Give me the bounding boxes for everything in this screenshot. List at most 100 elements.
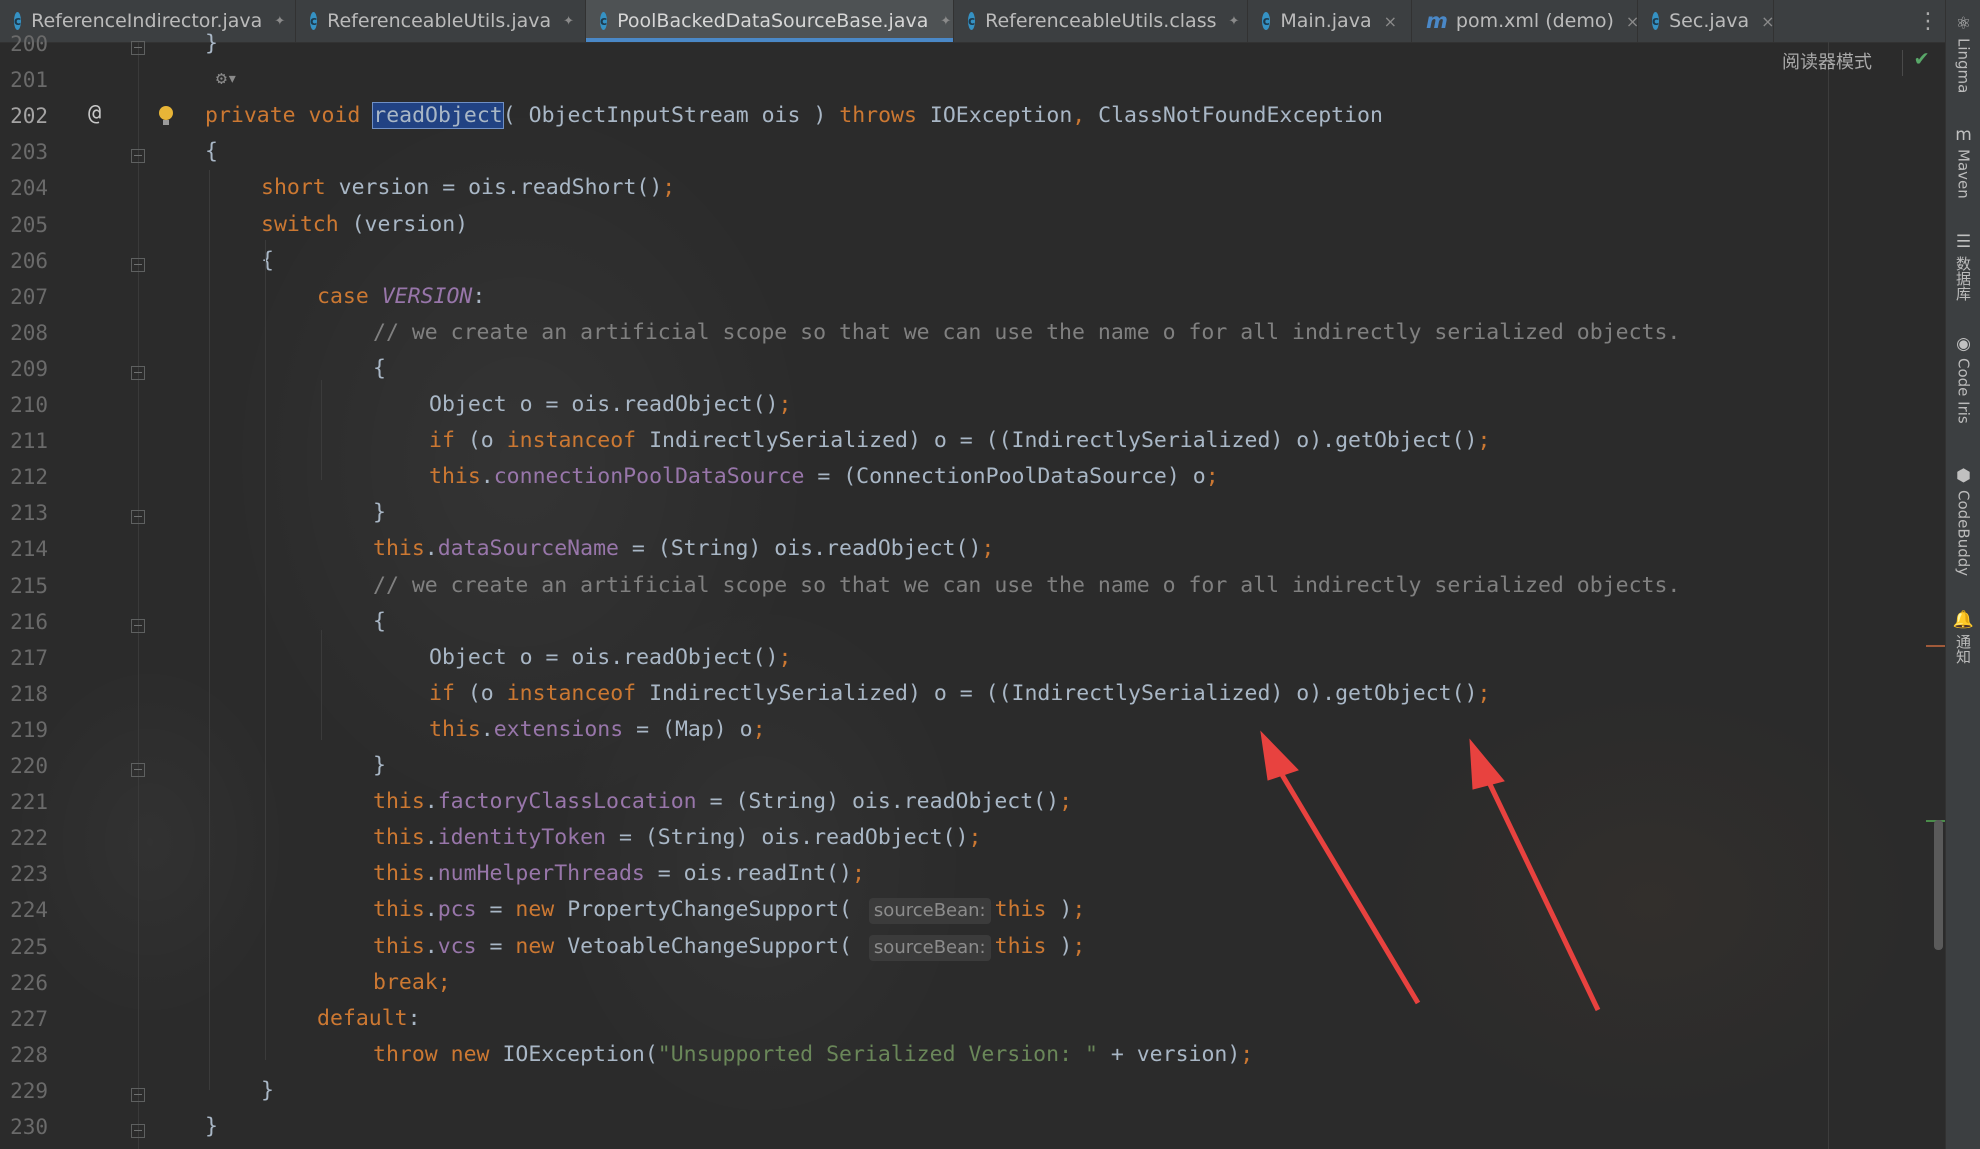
line-number[interactable]: 212 xyxy=(0,465,48,489)
line-number[interactable]: 224 xyxy=(0,898,48,922)
tab-referenceableutils-java[interactable]: c ReferenceableUtils.java ✦ xyxy=(296,0,586,42)
close-icon[interactable]: × xyxy=(1384,12,1397,31)
code-line-203[interactable]: { xyxy=(205,134,218,170)
line-number[interactable]: 218 xyxy=(0,682,48,706)
line-number[interactable]: 230 xyxy=(0,1115,48,1139)
tab-overflow-menu-icon[interactable]: ⋮ xyxy=(1911,0,1945,42)
line-number[interactable]: 214 xyxy=(0,537,48,561)
line-number[interactable]: 210 xyxy=(0,393,48,417)
fold-marker-icon[interactable] xyxy=(131,1124,145,1138)
line-number[interactable]: 213 xyxy=(0,501,48,525)
code-line-222[interactable]: this.identityToken = (String) ois.readOb… xyxy=(373,820,981,856)
pin-icon[interactable]: ✦ xyxy=(274,14,285,29)
code-line-225[interactable]: this.vcs = new VetoableChangeSupport( so… xyxy=(373,929,1085,965)
fold-marker-icon[interactable] xyxy=(131,365,145,380)
code-line-213[interactable]: } xyxy=(373,495,386,531)
intention-bulb-icon[interactable] xyxy=(159,106,173,126)
code-line-223[interactable]: this.numHelperThreads = ois.readInt(); xyxy=(373,856,865,892)
code-line-217[interactable]: Object o = ois.readObject(); xyxy=(429,640,791,676)
scrollbar-warning-marker[interactable] xyxy=(1926,645,1945,647)
code-line-209[interactable]: { xyxy=(373,351,386,387)
code-line-228[interactable]: throw new IOException("Unsupported Seria… xyxy=(373,1037,1253,1073)
fold-marker-icon[interactable] xyxy=(131,41,145,55)
code-line-206[interactable]: { xyxy=(261,243,274,279)
line-number[interactable]: 220 xyxy=(0,754,48,778)
line-number[interactable]: 215 xyxy=(0,574,48,598)
line-number[interactable]: 209 xyxy=(0,357,48,381)
code-editor[interactable]: } private void readObject( ObjectInputStr… xyxy=(205,31,1945,1149)
line-number[interactable]: 206 xyxy=(0,249,48,273)
line-number[interactable]: 222 xyxy=(0,826,48,850)
overrides-method-icon[interactable]: @ xyxy=(88,101,101,126)
line-number[interactable]: 229 xyxy=(0,1079,48,1103)
code-line-220[interactable]: } xyxy=(373,748,386,784)
code-line-207[interactable]: case VERSION: xyxy=(317,279,485,315)
code-line-208[interactable]: // we create an artificial scope so that… xyxy=(373,315,1680,351)
tab-pom-xml-demo[interactable]: m pom.xml (demo) × xyxy=(1412,0,1639,42)
code-line-200[interactable]: } xyxy=(205,26,218,62)
code-line-204[interactable]: short version = ois.readShort(); xyxy=(261,170,675,206)
line-number[interactable]: 228 xyxy=(0,1043,48,1067)
code-line-215[interactable]: // we create an artificial scope so that… xyxy=(373,568,1680,604)
line-number[interactable]: 208 xyxy=(0,321,48,345)
line-number[interactable]: 223 xyxy=(0,862,48,886)
code-line-218[interactable]: if (o instanceof IndirectlySerialized) o… xyxy=(429,676,1490,712)
tool-window-通知[interactable]: 🔔 通知 xyxy=(1946,610,1980,664)
fold-marker-icon[interactable] xyxy=(131,257,145,272)
tab-sec-java[interactable]: c Sec.java × xyxy=(1638,0,1775,42)
code-line-230[interactable]: } xyxy=(205,1109,218,1145)
reader-mode-separator xyxy=(1902,50,1903,76)
fold-marker-icon[interactable] xyxy=(131,510,145,525)
line-number[interactable]: 219 xyxy=(0,718,48,742)
tool-window-codebuddy[interactable]: ⬢ CodeBuddy xyxy=(1946,466,1980,576)
tool-window-数据库[interactable]: ☰ 数据库 xyxy=(1946,232,1980,301)
line-number[interactable]: 211 xyxy=(0,429,48,453)
line-number[interactable]: 225 xyxy=(0,935,48,959)
line-number[interactable]: 202 xyxy=(0,104,48,128)
editor-scrollbar-thumb[interactable] xyxy=(1934,820,1943,950)
code-line-224[interactable]: this.pcs = new PropertyChangeSupport( so… xyxy=(373,892,1085,928)
line-number[interactable]: 205 xyxy=(0,213,48,237)
fold-marker-icon[interactable] xyxy=(131,149,145,164)
close-icon[interactable]: × xyxy=(1761,12,1774,31)
line-number[interactable]: 203 xyxy=(0,140,48,164)
line-number[interactable]: 207 xyxy=(0,285,48,309)
code-line-226[interactable]: break; xyxy=(373,965,451,1001)
reader-mode-button[interactable]: 阅读器模式 xyxy=(1782,48,1872,74)
code-line-212[interactable]: this.connectionPoolDataSource = (Connect… xyxy=(429,459,1219,495)
code-line-227[interactable]: default: xyxy=(317,1001,421,1037)
code-line-211[interactable]: if (o instanceof IndirectlySerialized) o… xyxy=(429,423,1490,459)
line-number[interactable]: 217 xyxy=(0,646,48,670)
line-number[interactable]: 201 xyxy=(0,68,48,92)
pin-icon[interactable]: ✦ xyxy=(940,14,951,29)
tab-main-java[interactable]: c Main.java × xyxy=(1248,0,1412,42)
fold-marker-icon[interactable] xyxy=(131,1087,145,1102)
line-number[interactable]: 216 xyxy=(0,610,48,634)
tab-referenceableutils-class[interactable]: c ReferenceableUtils.class ✦ xyxy=(954,0,1248,42)
code-line-219[interactable]: this.extensions = (Map) o; xyxy=(429,712,766,748)
code-line-210[interactable]: Object o = ois.readObject(); xyxy=(429,387,791,423)
pin-icon[interactable]: ✦ xyxy=(563,14,574,29)
tool-window-label: Maven xyxy=(1954,149,1973,199)
tool-window-code-iris[interactable]: ◉ Code Iris xyxy=(1946,334,1980,424)
code-line-229[interactable]: } xyxy=(261,1073,274,1109)
code-line-214[interactable]: this.dataSourceName = (String) ois.readO… xyxy=(373,531,994,567)
fold-marker-icon[interactable] xyxy=(131,763,145,777)
maven-icon: m xyxy=(1426,9,1448,33)
code-line-202[interactable]: private void readObject( ObjectInputStre… xyxy=(205,98,1383,134)
tool-window-maven[interactable]: m Maven xyxy=(1946,125,1980,199)
line-number[interactable]: 227 xyxy=(0,1007,48,1031)
line-number[interactable]: 226 xyxy=(0,971,48,995)
code-line-221[interactable]: this.factoryClassLocation = (String) ois… xyxy=(373,784,1072,820)
code-line-216[interactable]: { xyxy=(373,604,386,640)
tab-poolbackeddatasourcebase-java[interactable]: c PoolBackedDataSourceBase.java ✦ xyxy=(586,0,954,42)
tool-window-lingma[interactable]: ⚛ Lingma xyxy=(1946,14,1980,93)
inspection-ok-check-icon[interactable]: ✔ xyxy=(1915,46,1928,71)
fold-marker-icon[interactable] xyxy=(131,618,145,633)
line-number[interactable]: 200 xyxy=(0,32,48,56)
line-number[interactable]: 204 xyxy=(0,176,48,200)
line-number[interactable]: 221 xyxy=(0,790,48,814)
code-line-205[interactable]: switch (version) xyxy=(261,207,468,243)
code-iris-icon: ◉ xyxy=(1956,334,1971,354)
pin-icon[interactable]: ✦ xyxy=(1229,14,1240,29)
